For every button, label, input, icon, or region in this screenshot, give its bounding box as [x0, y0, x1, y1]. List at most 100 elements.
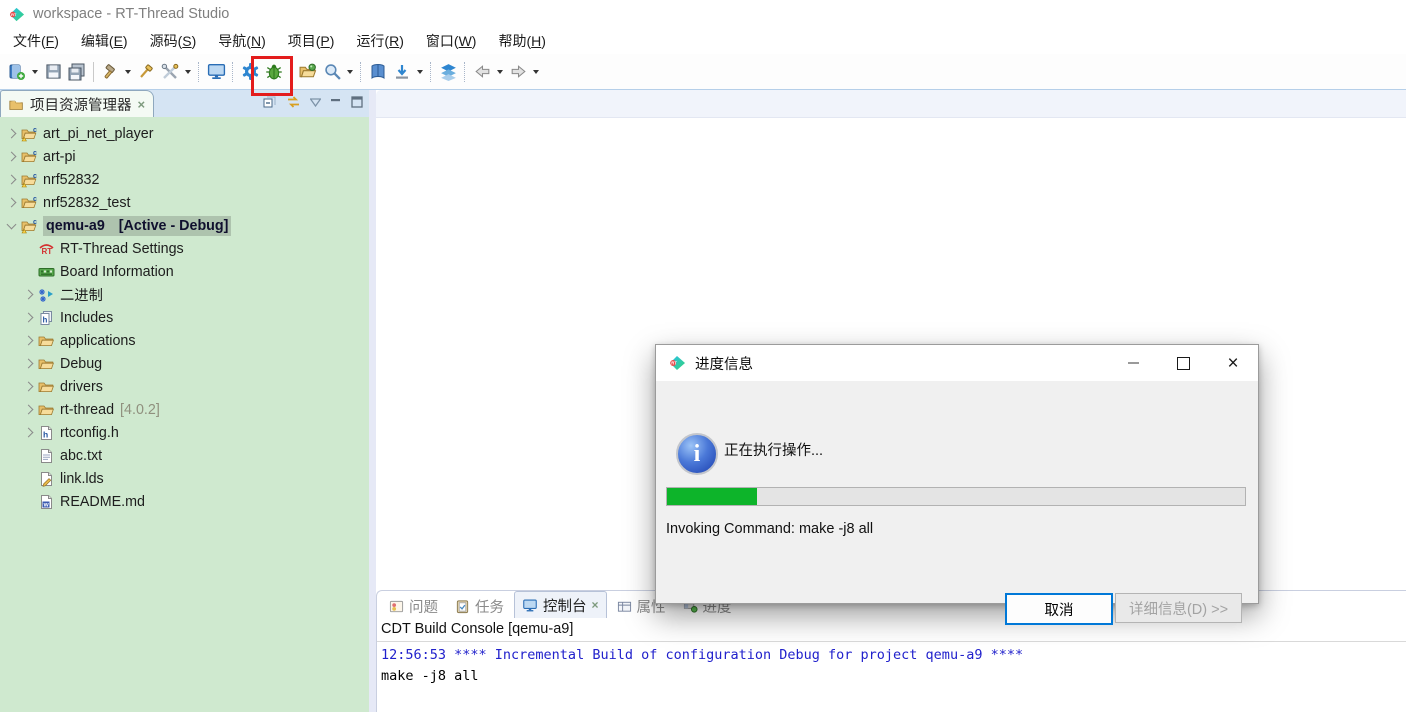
panel-splitter[interactable]: [369, 90, 376, 712]
tree-item-art_pi_net_player[interactable]: c art_pi_net_player: [0, 122, 369, 145]
tab-project-explorer[interactable]: 项目资源管理器 ×: [0, 90, 154, 117]
build-hammer-icon[interactable]: [98, 59, 122, 85]
tools-wrench-icon[interactable]: [158, 59, 182, 85]
tree-item-board-information[interactable]: Board Information: [0, 260, 369, 283]
problems-icon: [389, 599, 404, 614]
chevron-right-icon[interactable]: [24, 336, 34, 346]
menu-source[interactable]: 源码(S): [139, 29, 208, 53]
tree-item-art-pi[interactable]: c art-pi: [0, 145, 369, 168]
close-icon[interactable]: ×: [592, 598, 599, 612]
console-monitor-icon: [522, 598, 538, 613]
save-icon[interactable]: [41, 59, 65, 85]
dialog-minimize-button[interactable]: [1108, 345, 1158, 381]
debug-bug-icon[interactable]: [262, 59, 286, 85]
search-icon[interactable]: [320, 59, 344, 85]
tree-item-link-lds[interactable]: link.lds: [0, 467, 369, 490]
help-book-icon[interactable]: [366, 59, 390, 85]
tree-item-applications[interactable]: applications: [0, 329, 369, 352]
back-arrow-icon[interactable]: [470, 59, 494, 85]
cancel-button[interactable]: 取消: [1005, 593, 1113, 625]
tree-item-rt-thread[interactable]: rt-thread [4.0.2]: [0, 398, 369, 421]
tree-item-rt-thread-settings[interactable]: RT RT-Thread Settings: [0, 237, 369, 260]
download-dropdown-icon[interactable]: [417, 70, 423, 74]
minimize-icon[interactable]: [330, 97, 342, 108]
forward-arrow-icon[interactable]: [506, 59, 530, 85]
view-menu-icon[interactable]: [310, 98, 321, 107]
toolbar-separator: [430, 62, 432, 82]
close-icon[interactable]: ×: [138, 97, 146, 112]
folder-icon: [38, 356, 55, 372]
dialog-status-text: Invoking Command: make -j8 all: [666, 521, 873, 537]
chevron-right-icon[interactable]: [7, 152, 17, 162]
dialog-body: i 正在执行操作... Invoking Command: make -j8 a…: [656, 381, 1258, 602]
dialog-close-button[interactable]: ×: [1208, 345, 1258, 381]
svg-text:RT: RT: [671, 361, 677, 366]
binaries-icon: [38, 287, 55, 303]
menu-file[interactable]: 文件(F): [2, 29, 70, 53]
terminal-monitor-icon[interactable]: [204, 59, 228, 85]
maximize-icon[interactable]: [351, 96, 363, 108]
build-dropdown-icon[interactable]: [125, 70, 131, 74]
svg-text:c: c: [33, 127, 37, 134]
svg-text:h: h: [43, 429, 48, 439]
chevron-right-icon[interactable]: [24, 405, 34, 415]
chevron-down-icon[interactable]: [7, 219, 17, 229]
link-with-editor-icon[interactable]: [286, 95, 301, 109]
tree-item-rtconfig-h[interactable]: h rtconfig.h: [0, 421, 369, 444]
tree-item-nrf52832[interactable]: c nrf52832: [0, 168, 369, 191]
tools-dropdown-icon[interactable]: [185, 70, 191, 74]
tree-item-abc-txt[interactable]: abc.txt: [0, 444, 369, 467]
menu-window[interactable]: 窗口(W): [415, 29, 488, 53]
tree-item-nrf52832_test[interactable]: c nrf52832_test: [0, 191, 369, 214]
tab-problems[interactable]: 问题: [382, 594, 445, 618]
forward-dropdown-icon[interactable]: [533, 70, 539, 74]
board-chip-icon: [38, 264, 55, 280]
chevron-right-icon[interactable]: [7, 129, 17, 139]
search-dropdown-icon[interactable]: [347, 70, 353, 74]
collapse-all-icon[interactable]: [263, 95, 277, 109]
menu-navigate[interactable]: 导航(N): [207, 29, 276, 53]
preferences-gear-icon[interactable]: [238, 59, 262, 85]
dialog-title: 进度信息: [695, 353, 753, 374]
new-wizard-dropdown-icon[interactable]: [32, 70, 38, 74]
new-wizard-icon[interactable]: [5, 59, 29, 85]
tree-item-binaries[interactable]: 二进制: [0, 283, 369, 306]
menu-project[interactable]: 项目(P): [277, 29, 346, 53]
dialog-title-bar[interactable]: RT 进度信息 ×: [656, 345, 1258, 381]
active-config-badge: [Active - Debug]: [119, 218, 229, 234]
back-dropdown-icon[interactable]: [497, 70, 503, 74]
info-icon: i: [676, 433, 718, 475]
tree-item-debug[interactable]: Debug: [0, 352, 369, 375]
toolbar-separator: [198, 62, 200, 82]
text-file-icon: [38, 448, 55, 464]
toolbar-separator: [360, 62, 362, 82]
chevron-right-icon[interactable]: [24, 428, 34, 438]
rt-thread-settings-icon: RT: [38, 241, 55, 257]
chevron-right-icon[interactable]: [24, 359, 34, 369]
pin-nail-icon[interactable]: [134, 59, 158, 85]
chevron-right-icon[interactable]: [24, 382, 34, 392]
save-all-icon[interactable]: [65, 59, 89, 85]
sdk-layers-icon[interactable]: [436, 59, 460, 85]
chevron-right-icon[interactable]: [24, 313, 34, 323]
menu-edit[interactable]: 编辑(E): [70, 29, 139, 53]
tree-item-readme-md[interactable]: w README.md: [0, 490, 369, 513]
dialog-maximize-button[interactable]: [1158, 345, 1208, 381]
download-icon[interactable]: [390, 59, 414, 85]
rt-thread-logo-icon: RT: [8, 6, 25, 23]
tab-tasks[interactable]: 任务: [448, 594, 511, 618]
console-output[interactable]: 12:56:53 **** Incremental Build of confi…: [377, 642, 1406, 690]
chevron-right-icon[interactable]: [7, 175, 17, 185]
explorer-header: 项目资源管理器 ×: [0, 90, 369, 118]
tree-item-drivers[interactable]: drivers: [0, 375, 369, 398]
tab-console[interactable]: 控制台 ×: [514, 591, 607, 618]
tasks-icon: [455, 599, 470, 614]
chevron-right-icon[interactable]: [7, 198, 17, 208]
chevron-right-icon[interactable]: [24, 290, 34, 300]
tree-item-includes[interactable]: h Includes: [0, 306, 369, 329]
open-resource-folder-icon[interactable]: [296, 59, 320, 85]
menu-help[interactable]: 帮助(H): [487, 29, 556, 53]
tree-item-qemu-a9[interactable]: c qemu-a9 [Active - Debug]: [0, 214, 369, 237]
menu-run[interactable]: 运行(R): [345, 29, 414, 53]
svg-text:h: h: [43, 315, 48, 324]
